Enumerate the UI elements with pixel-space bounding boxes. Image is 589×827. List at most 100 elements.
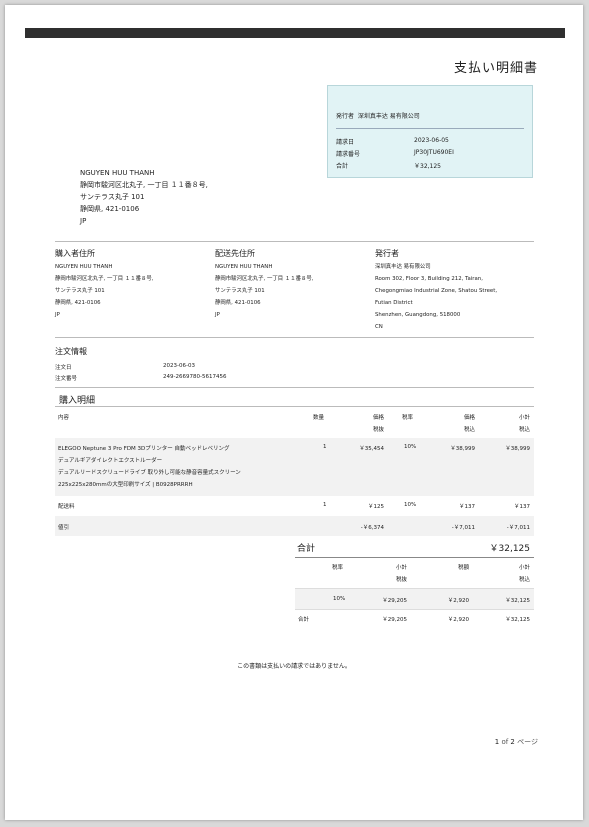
- item-line: ELEGOO Neptune 3 Pro FDM 3Dプリンター 自動ベッドレベ…: [58, 446, 230, 452]
- col-price-sub: 税抜: [372, 427, 384, 433]
- summary-sum-tax: ￥2,920: [447, 617, 469, 623]
- col-price-in: 価格: [463, 415, 475, 421]
- items-header-row: 内容 数量 価格 税抜 税率 価格 税込 小計 税込: [55, 410, 534, 440]
- discount-price: -￥6,374: [360, 525, 384, 531]
- issuer-name: 深圳真丰达 易有限公司: [357, 113, 420, 120]
- summary-rate-header: 税率: [332, 565, 344, 571]
- order-number-label: 注文番号: [55, 376, 78, 382]
- recipient-line: JP: [80, 217, 87, 225]
- item-price-in: ￥38,999: [450, 446, 475, 452]
- disclaimer: この書類は支払いの請求ではありません。: [237, 663, 351, 670]
- address-line: 静岡県, 421-0106: [55, 300, 101, 306]
- summary-tax-header: 税額: [457, 565, 469, 571]
- address-line: CN: [375, 324, 383, 330]
- recipient-line: 静岡市駿河区北丸子, 一丁目 １１番８号,: [80, 181, 208, 189]
- seller-address: 発行者 深圳真丰达 易有限公司 Room 302, Floor 3, Build…: [375, 248, 497, 333]
- summary-subtotal: ￥29,205: [382, 598, 407, 604]
- page-suffix: ページ: [517, 738, 538, 746]
- item-line: 225x225x280mmの大型印刷サイズ | B0928PRRRH: [58, 482, 193, 488]
- divider: [336, 128, 524, 129]
- col-price-in-sub: 税込: [463, 427, 475, 433]
- buyer-address: 購入者住所 NGUYEN HUU THANH 静岡市駿河区北丸子, 一丁目 １１…: [55, 248, 154, 321]
- col-qty: 数量: [313, 415, 325, 421]
- item-line: デュアルギアダイレクトエクストルーダー: [58, 458, 163, 464]
- tax-summary-header: 税率 小計 税抜 税額 小計 税込: [295, 560, 534, 588]
- divider: [295, 557, 534, 558]
- summary-subtotal-sub: 税抜: [395, 577, 407, 583]
- address-line: 静岡市駿河区北丸子, 一丁目 １１番８号,: [55, 276, 154, 282]
- issuer-label: 発行者: [336, 113, 355, 120]
- invoice-date-value: 2023-06-05: [414, 137, 449, 144]
- invoice-number-label: 請求番号: [336, 151, 361, 158]
- table-row: 配送料 1 ￥125 10% ￥137 ￥137: [55, 496, 534, 514]
- address-line: 静岡県, 421-0106: [215, 300, 261, 306]
- summary-total-sub: 税込: [518, 577, 530, 583]
- summary-sum-total: ￥32,125: [505, 617, 530, 623]
- invoice-total-value: ￥32,125: [414, 163, 441, 170]
- tax-summary-row: 10% ￥29,205 ￥2,920 ￥32,125: [295, 589, 534, 609]
- address-line: Futian District: [375, 300, 413, 306]
- shipping-fee-label: 配送料: [58, 504, 75, 510]
- items-heading: 購入明細: [59, 396, 96, 406]
- invoice-info-box: 発行者 深圳真丰达 易有限公司 請求日 2023-06-05 請求番号 JP30…: [327, 85, 533, 178]
- address-line: NGUYEN HUU THANH: [55, 264, 113, 270]
- shipping-address: 配送先住所 NGUYEN HUU THANH 静岡市駿河区北丸子, 一丁目 １１…: [215, 248, 314, 321]
- table-row: ELEGOO Neptune 3 Pro FDM 3Dプリンター 自動ベッドレベ…: [55, 438, 534, 496]
- page-of: of: [501, 738, 509, 746]
- total-label: 合計: [297, 544, 316, 554]
- item-price: ￥35,454: [359, 446, 384, 452]
- item-line: デュアルリードスクリュードライブ 取り外し可能な静音容量式スクリーン: [58, 470, 241, 476]
- item-subtotal: ￥38,999: [505, 446, 530, 452]
- address-line: NGUYEN HUU THANH: [215, 264, 273, 270]
- address-line: Chegongmiao Industrial Zone, Shatou Stre…: [375, 288, 498, 294]
- summary-total-header: 小計: [518, 565, 530, 571]
- address-line: JP: [215, 312, 220, 318]
- page-current: 1: [494, 738, 500, 746]
- invoice-total-label: 合計: [336, 163, 349, 170]
- order-number-value: 249-2669780-5617456: [163, 374, 227, 380]
- shipping-fee-price: ￥125: [368, 504, 384, 510]
- document-page: 支払い明細書 発行者 深圳真丰达 易有限公司 請求日 2023-06-05 請求…: [5, 5, 583, 820]
- item-qty: 1: [323, 444, 327, 450]
- summary-total: ￥32,125: [505, 598, 530, 604]
- discount-label: 値引: [58, 525, 70, 531]
- col-desc: 内容: [58, 415, 70, 421]
- issuer-line: 発行者 深圳真丰达 易有限公司: [336, 111, 420, 120]
- shipping-fee-qty: 1: [323, 502, 327, 508]
- address-line: JP: [55, 312, 60, 318]
- header-bar: [25, 28, 565, 38]
- address-line: サンテラス丸子 101: [55, 288, 105, 294]
- tax-summary-sum: 合計 ￥29,205 ￥2,920 ￥32,125: [295, 610, 534, 628]
- address-line: Shenzhen, Guangdong, 518000: [375, 312, 461, 318]
- total-value: ￥32,125: [489, 544, 531, 554]
- divider: [55, 387, 534, 388]
- buyer-heading: 購入者住所: [55, 249, 95, 258]
- divider: [55, 337, 534, 338]
- seller-heading: 発行者: [375, 249, 399, 258]
- divider: [55, 241, 534, 242]
- invoice-date-label: 請求日: [336, 139, 355, 146]
- page-total: 2: [510, 738, 515, 746]
- shipping-fee-subtotal: ￥137: [514, 504, 530, 510]
- shipping-fee-tax: 10%: [404, 502, 417, 508]
- page-indicator: 1 of 2 ページ: [495, 737, 538, 747]
- address-line: サンテラス丸子 101: [215, 288, 265, 294]
- order-heading: 注文情報: [55, 347, 87, 356]
- document-title: 支払い明細書: [453, 61, 538, 76]
- summary-subtotal-header: 小計: [395, 565, 407, 571]
- address-line: 静岡市駿河区北丸子, 一丁目 １１番８号,: [215, 276, 314, 282]
- table-row: 値引 -￥6,374 -￥7,011 -￥7,011: [55, 516, 534, 536]
- shipping-heading: 配送先住所: [215, 249, 255, 258]
- col-subtotal: 小計: [518, 415, 530, 421]
- discount-subtotal: -￥7,011: [506, 525, 530, 531]
- summary-sum-label: 合計: [298, 617, 310, 623]
- item-tax: 10%: [404, 444, 417, 450]
- grand-total: 合計 ￥32,125: [295, 539, 534, 557]
- order-date-value: 2023-06-03: [163, 363, 195, 369]
- address-line: Room 302, Floor 3, Building 212, Tairan,: [375, 276, 483, 282]
- divider: [55, 406, 534, 407]
- shipping-fee-price-in: ￥137: [459, 504, 475, 510]
- summary-rate: 10%: [333, 596, 346, 602]
- address-line: 深圳真丰达 易有限公司: [375, 264, 431, 270]
- recipient-line: 静岡県, 421-0106: [80, 205, 140, 213]
